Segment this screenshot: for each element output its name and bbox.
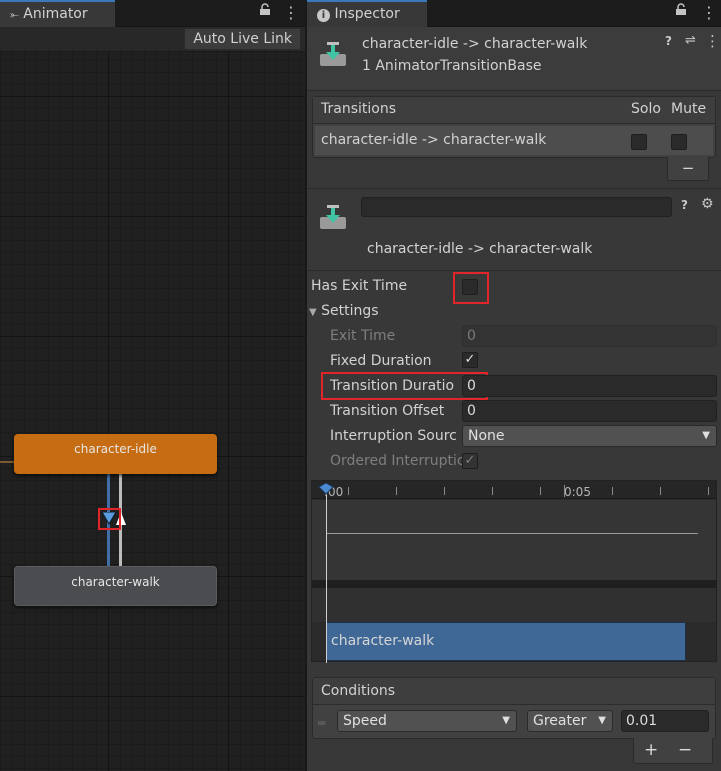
- add-condition-button[interactable]: +: [644, 740, 658, 760]
- timeline-source-track: [312, 500, 716, 580]
- transition-icon: [320, 205, 346, 229]
- transition-arrowhead[interactable]: [102, 512, 116, 525]
- inspector-tab[interactable]: i Inspector: [307, 0, 427, 27]
- exit-time-label: Exit Time: [330, 328, 396, 344]
- transition-list-row-label: character-idle -> character-walk: [321, 132, 547, 148]
- mute-checkbox[interactable]: [671, 134, 687, 150]
- transition-duration-field[interactable]: 0: [462, 375, 717, 397]
- fixed-duration-label: Fixed Duration: [330, 353, 432, 369]
- timeline-ruler: [312, 481, 716, 499]
- has-exit-time-checkbox[interactable]: [462, 279, 478, 295]
- conditions-list: Conditions ═ Speed ▼ Greater ▼ 0.01: [312, 677, 716, 739]
- kebab-menu-icon[interactable]: ⋮: [283, 0, 299, 26]
- chevron-down-icon: ▼: [502, 715, 510, 726]
- ruler-tick: [660, 487, 661, 495]
- transition-offset-field[interactable]: 0: [462, 400, 717, 422]
- destination-clip-bar[interactable]: character-walk: [326, 622, 686, 661]
- exit-time-field: 0: [462, 325, 717, 347]
- info-icon: i: [317, 9, 330, 22]
- help-icon[interactable]: ?: [681, 198, 688, 212]
- timeline-tick-mid: 0:05: [564, 485, 591, 499]
- remove-condition-button[interactable]: −: [678, 740, 692, 760]
- timeline-divider: [312, 580, 716, 588]
- state-node-character-idle[interactable]: character-idle: [14, 434, 217, 474]
- fixed-duration-checkbox[interactable]: ✓: [462, 352, 478, 368]
- chevron-down-icon: ▼: [598, 715, 606, 726]
- help-icon[interactable]: ?: [665, 34, 672, 48]
- remove-transition-button[interactable]: −: [667, 157, 709, 181]
- preset-icon[interactable]: ⇌: [685, 33, 696, 48]
- ruler-tick: [348, 487, 349, 495]
- ruler-tick: [564, 485, 565, 497]
- playhead-marker-icon[interactable]: [318, 483, 334, 495]
- ruler-tick: [540, 487, 541, 495]
- animator-tab[interactable]: ⤜ Animator: [0, 0, 115, 27]
- settings-foldout-label: Settings: [321, 303, 379, 319]
- mute-column-label: Mute: [671, 101, 707, 117]
- inspector-title: character-idle -> character-walk: [362, 36, 588, 52]
- inspector-tab-label: Inspector: [334, 6, 400, 22]
- drag-handle-icon[interactable]: ═: [318, 716, 325, 730]
- chevron-down-icon: ▼: [309, 307, 317, 318]
- ordered-interruption-label: Ordered Interruptic: [330, 453, 465, 469]
- condition-parameter-dropdown[interactable]: Speed ▼: [337, 710, 517, 732]
- ruler-tick: [492, 487, 493, 495]
- transition-timeline[interactable]: :00 0:05 character-walk: [311, 480, 717, 663]
- transition-offset-label: Transition Offset: [330, 403, 445, 419]
- animator-panel: ⤜ Animator ⋮ Auto Live Link character-id…: [0, 0, 305, 771]
- condition-comparator-dropdown[interactable]: Greater ▼: [527, 710, 613, 732]
- inspector-subtitle: 1 AnimatorTransitionBase: [362, 58, 542, 74]
- state-node-label: character-walk: [71, 575, 160, 589]
- solo-checkbox[interactable]: [631, 134, 647, 150]
- ruler-tick: [708, 487, 709, 495]
- conditions-header-label: Conditions: [321, 683, 396, 699]
- condition-parameter-value: Speed: [343, 713, 387, 729]
- lock-icon[interactable]: [259, 0, 271, 26]
- state-node-label: character-idle: [74, 442, 157, 456]
- timeline-curve: [326, 533, 698, 534]
- ruler-tick: [444, 487, 445, 495]
- kebab-menu-icon[interactable]: ⋮: [705, 32, 720, 50]
- lock-icon[interactable]: [675, 0, 687, 26]
- animator-toolbar: Auto Live Link: [0, 27, 305, 52]
- chevron-down-icon: ▼: [702, 430, 710, 441]
- animator-tab-label: Animator: [23, 6, 88, 22]
- transition-icon: [320, 42, 346, 66]
- kebab-menu-icon[interactable]: ⋮: [701, 0, 717, 26]
- transition-name-input[interactable]: [361, 197, 672, 217]
- section-divider: [307, 188, 721, 189]
- animator-icon: ⤜: [10, 8, 19, 21]
- state-machine-graph[interactable]: [0, 52, 305, 771]
- ordered-interruption-checkbox: ✓: [462, 453, 478, 469]
- interruption-source-dropdown[interactable]: None ▼: [462, 425, 717, 447]
- state-node-character-walk[interactable]: character-walk: [14, 566, 217, 606]
- gear-icon[interactable]: ⚙: [701, 196, 714, 212]
- section-divider: [307, 270, 721, 271]
- timeline-gap: [312, 588, 716, 622]
- entry-connection: [0, 461, 14, 463]
- has-exit-time-label: Has Exit Time: [311, 278, 408, 294]
- timeline-playhead[interactable]: [326, 487, 327, 663]
- condition-comparator-value: Greater: [533, 713, 587, 729]
- auto-live-link-button[interactable]: Auto Live Link: [184, 28, 301, 50]
- solo-column-label: Solo: [631, 101, 661, 117]
- conditions-footer: + −: [633, 738, 713, 764]
- transition-caption: character-idle -> character-walk: [367, 241, 593, 257]
- interruption-source-label: Interruption Sourc: [330, 428, 457, 444]
- settings-foldout[interactable]: ▼ Settings: [309, 303, 379, 319]
- destination-clip-label: character-walk: [331, 633, 435, 649]
- interruption-source-value: None: [468, 428, 505, 444]
- transitions-list: Transitions Solo Mute character-idle -> …: [312, 96, 716, 158]
- transitions-header-label: Transitions: [321, 101, 396, 117]
- inspector-panel: i Inspector ⋮ character-idle -> characte…: [307, 0, 721, 771]
- ruler-tick: [612, 487, 613, 495]
- ruler-tick: [396, 487, 397, 495]
- condition-value-field[interactable]: 0.01: [621, 710, 709, 732]
